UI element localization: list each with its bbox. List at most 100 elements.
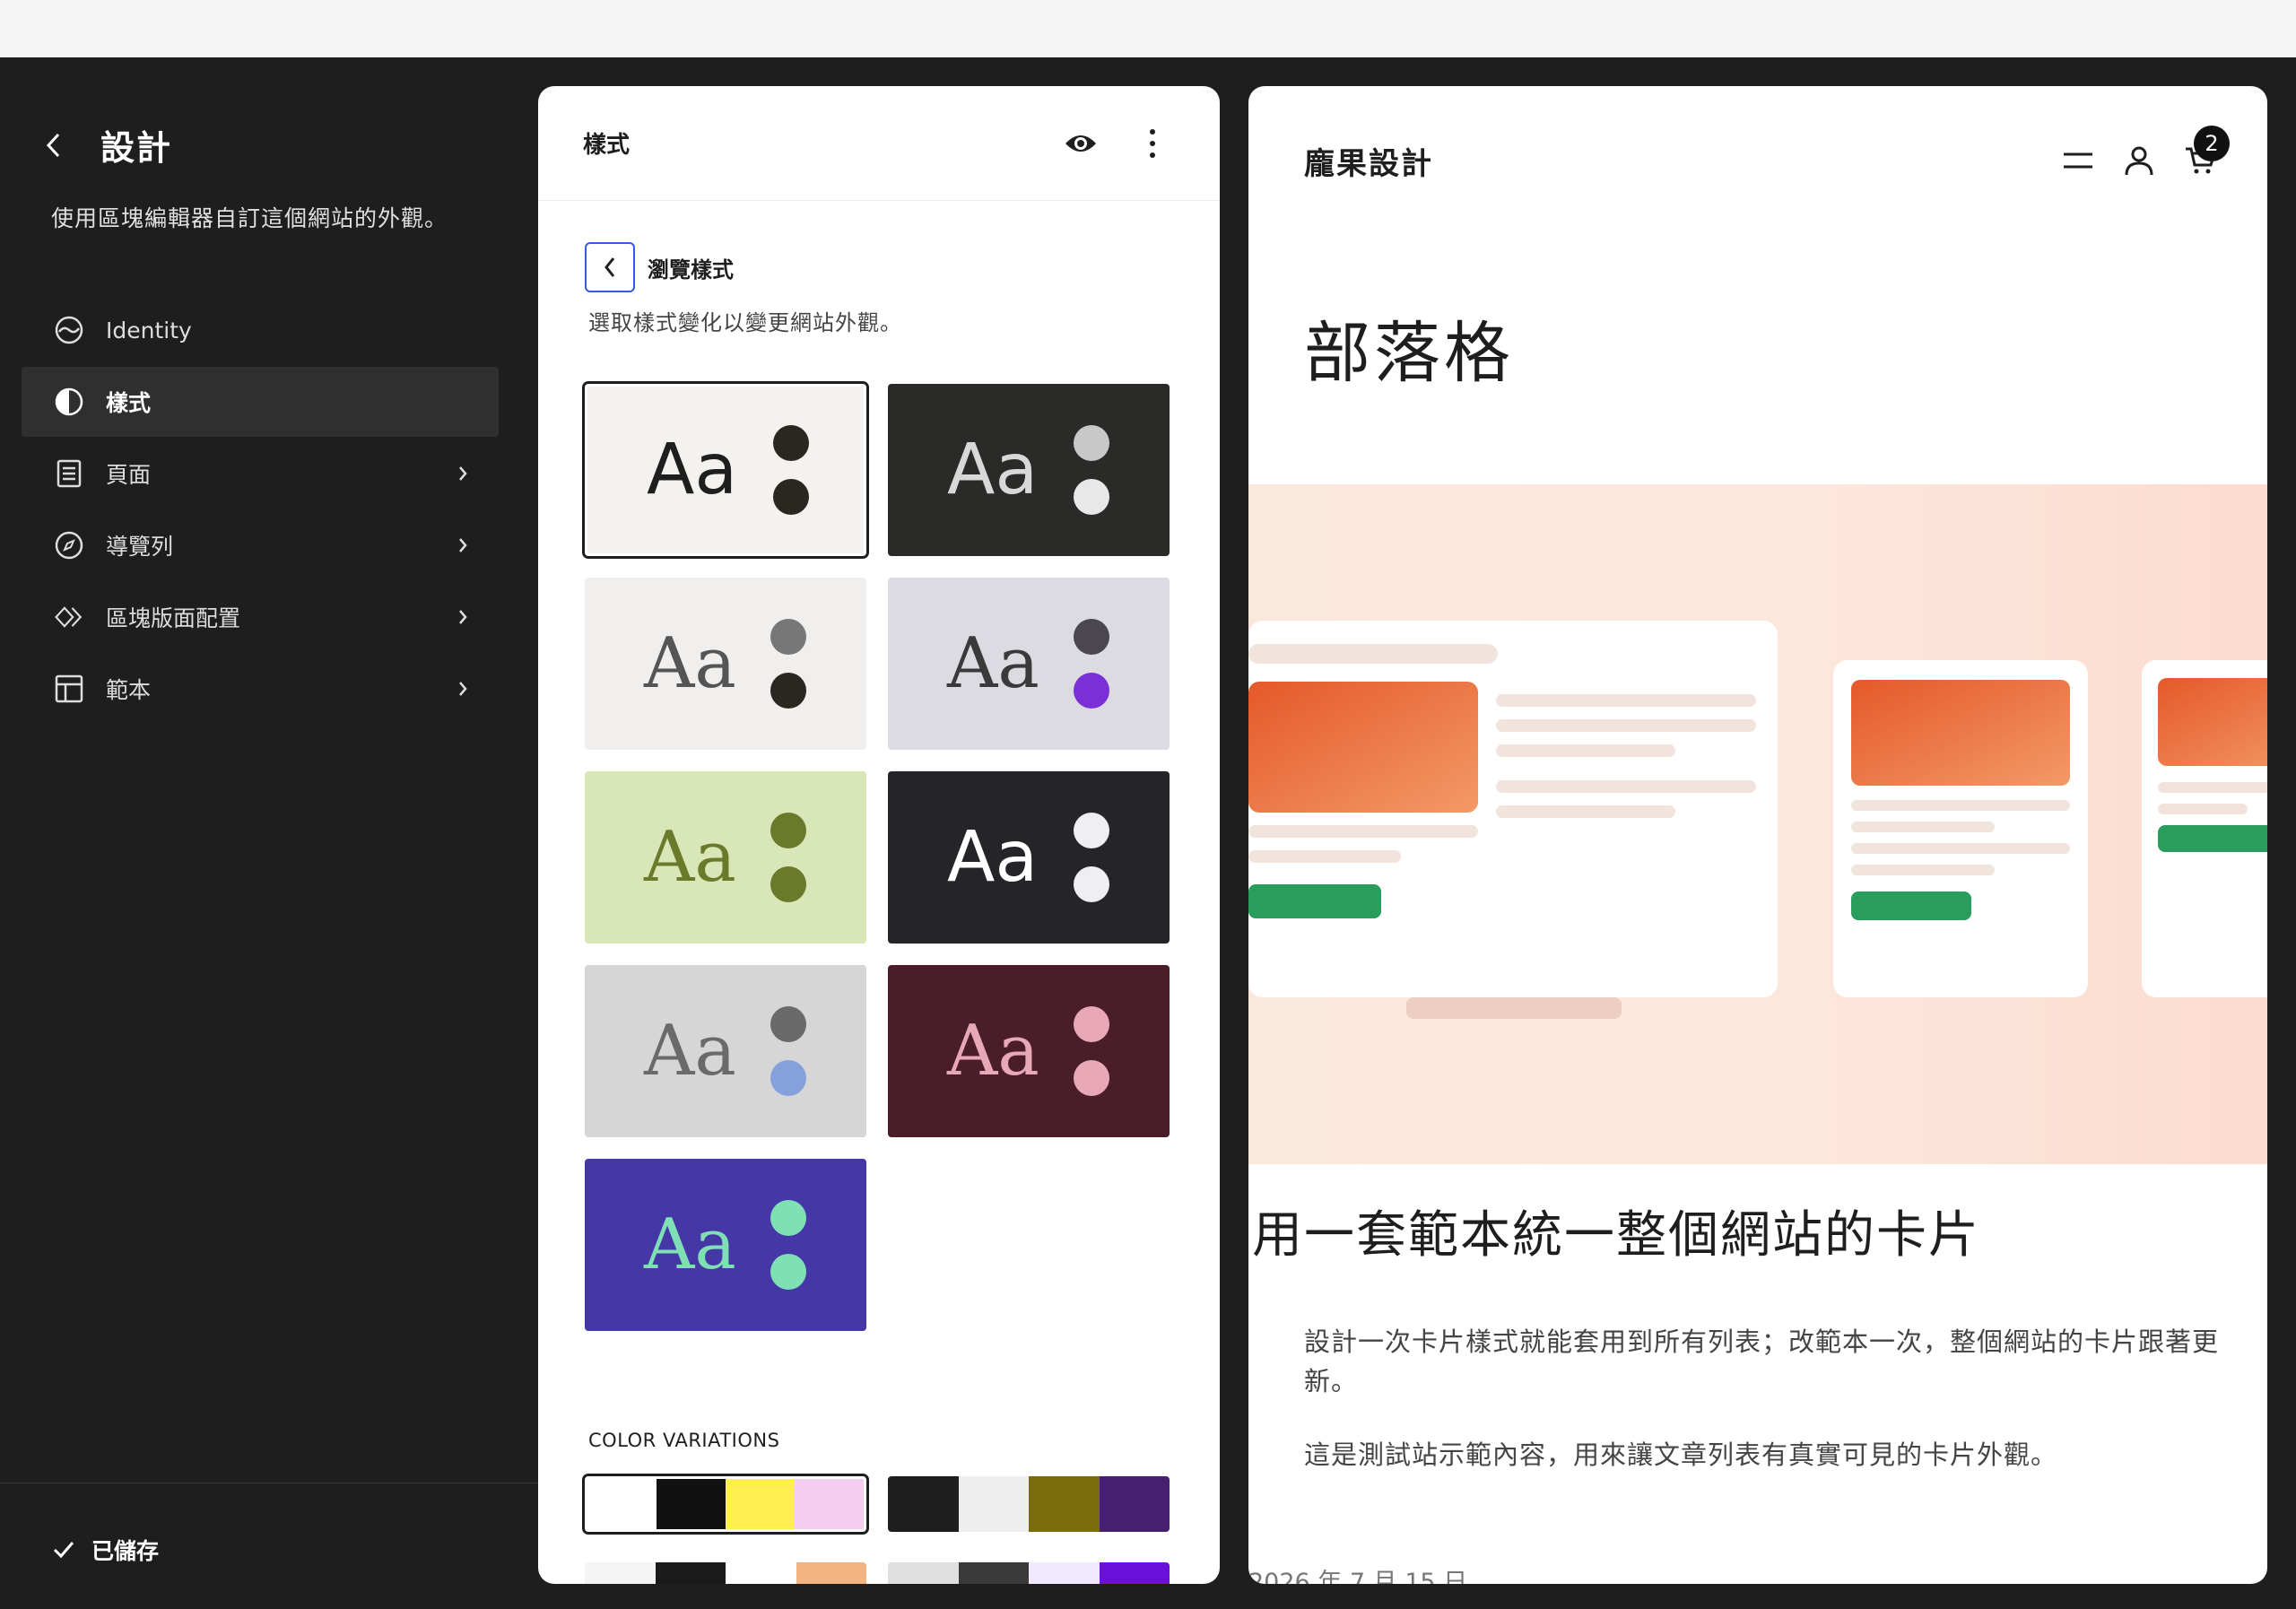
style-variation-tile[interactable]: Aa <box>585 771 866 944</box>
style-variation-colors <box>769 1006 808 1096</box>
color-dot <box>770 619 806 655</box>
sidebar-item-pages[interactable]: 頁面 <box>22 439 499 509</box>
color-dot <box>1074 425 1109 461</box>
page-icon <box>54 458 84 489</box>
style-variation-typography: Aa <box>947 1011 1039 1092</box>
color-swatch <box>958 1476 1029 1532</box>
color-swatch <box>655 1562 726 1584</box>
color-dot <box>1074 673 1109 709</box>
color-dot <box>770 813 806 848</box>
style-variation-tile[interactable]: Aa <box>582 381 869 559</box>
style-variation-typography: Aa <box>947 430 1039 510</box>
sidebar-item-identity[interactable]: Identity <box>22 295 499 365</box>
color-variation[interactable] <box>888 1562 1170 1584</box>
post-paragraph-2: 這是測試站示範內容，用來讓文章列表有真實可見的卡片外觀。 <box>1304 1439 2058 1470</box>
account-button[interactable] <box>2117 138 2161 183</box>
style-variation-typography: Aa <box>644 1205 736 1285</box>
preview-header: 龐果設計 2 <box>1304 126 2230 183</box>
color-dot <box>773 479 809 515</box>
browse-styles-description: 選取樣式變化以變更網站外觀。 <box>588 310 902 335</box>
color-dot <box>1074 813 1109 848</box>
style-variation-tile[interactable]: Aa <box>888 965 1170 1137</box>
style-variation-colors <box>771 425 811 515</box>
color-variation[interactable] <box>888 1476 1170 1532</box>
style-variation-typography: Aa <box>644 1011 736 1092</box>
color-variation[interactable] <box>582 1474 869 1535</box>
style-variation-tile[interactable]: Aa <box>585 578 866 750</box>
sidebar-item-templates[interactable]: 範本 <box>22 654 499 724</box>
saved-status[interactable]: 已儲存 <box>52 1534 159 1566</box>
color-swatch <box>1029 1562 1100 1584</box>
menu-icon <box>2064 152 2092 169</box>
back-button[interactable] <box>36 127 72 163</box>
color-swatch <box>888 1562 959 1584</box>
cart-button[interactable]: 2 <box>2178 126 2230 183</box>
color-dot <box>1074 1006 1109 1042</box>
sidebar-title: 設計 <box>100 128 173 168</box>
site-title[interactable]: 龐果設計 <box>1304 139 2039 183</box>
style-variation-colors <box>769 1200 808 1290</box>
color-swatch <box>726 1479 795 1529</box>
contrast-icon <box>54 387 84 417</box>
color-swatch <box>958 1562 1029 1584</box>
color-dot <box>1074 479 1109 515</box>
chevron-right-icon <box>454 536 472 554</box>
style-variation-colors <box>769 619 808 709</box>
color-dot <box>770 673 806 709</box>
style-variation-colors <box>1072 1006 1111 1096</box>
post-paragraph-1: 設計一次卡片樣式就能套用到所有列表；改範本一次，整個網站的卡片跟著更新。 <box>1304 1326 2220 1396</box>
page-heading: 部落格 <box>1304 315 1514 392</box>
browse-back-button[interactable] <box>585 242 635 292</box>
style-variation-tile[interactable]: Aa <box>585 1159 866 1331</box>
color-dot <box>770 1254 806 1290</box>
color-swatch <box>1099 1562 1170 1584</box>
sidebar-item-navigation[interactable]: 導覽列 <box>22 510 499 580</box>
color-swatch <box>657 1479 726 1529</box>
color-swatch <box>726 1562 796 1584</box>
style-variation-colors <box>1072 425 1111 515</box>
chevron-right-icon <box>454 608 472 626</box>
color-swatch <box>587 1479 657 1529</box>
style-variation-typography: Aa <box>947 817 1039 898</box>
style-variation-tile[interactable]: Aa <box>888 771 1170 944</box>
sidebar-item-label: 頁面 <box>106 462 152 488</box>
post-title[interactable]: 用一套範本統一整個網站的卡片 <box>1252 1195 1980 1267</box>
style-variation-colors <box>1072 813 1111 902</box>
sidebar-item-patterns[interactable]: 區塊版面配置 <box>22 582 499 652</box>
sidebar-item-styles[interactable]: 樣式 <box>22 367 499 437</box>
color-swatch <box>1029 1476 1100 1532</box>
navigation-icon <box>54 530 84 561</box>
style-variation-typography: Aa <box>647 430 738 510</box>
style-variation-typography: Aa <box>644 817 736 898</box>
style-variation-tile[interactable]: Aa <box>888 578 1170 750</box>
chevron-left-icon <box>46 133 60 157</box>
sidebar-footer: 已儲存 <box>0 1483 538 1609</box>
featured-image <box>1248 484 2267 1164</box>
more-options-button[interactable] <box>1130 121 1175 166</box>
style-variation-colors <box>769 813 808 902</box>
style-variation-tile[interactable]: Aa <box>888 384 1170 556</box>
post-date: 2026 年 7 月 15 日 <box>1248 1569 1468 1584</box>
color-dot <box>773 425 809 461</box>
site-editor: 設計 使用區塊編輯器自訂這個網站的外觀。 Identity 樣式 頁面 導覽列 … <box>0 57 2296 1609</box>
style-variation-tile[interactable]: Aa <box>585 965 866 1137</box>
color-swatch <box>888 1476 959 1532</box>
color-dot <box>770 1200 806 1236</box>
style-variation-typography: Aa <box>947 623 1039 704</box>
sidebar-item-label: 區塊版面配置 <box>106 605 241 631</box>
sidebar-header: 設計 <box>36 120 172 170</box>
menu-button[interactable] <box>2056 138 2100 183</box>
style-book-button[interactable] <box>1058 121 1103 166</box>
layout-icon <box>54 674 84 704</box>
browse-styles-header: 瀏覽樣式 <box>585 242 734 292</box>
style-variation-typography: Aa <box>644 623 736 704</box>
site-preview[interactable]: 龐果設計 2 部落格 用一套範本統一整個網站的卡片 設計一次卡片樣式就能套用到所… <box>1248 86 2267 1584</box>
style-variation-colors <box>1072 619 1111 709</box>
color-dot <box>1074 866 1109 902</box>
color-variations-label: COLOR VARIATIONS <box>588 1430 780 1451</box>
styles-panel-header: 樣式 <box>538 86 1220 201</box>
color-swatch <box>796 1562 866 1584</box>
color-variation[interactable] <box>585 1562 866 1584</box>
color-swatch <box>1099 1476 1170 1532</box>
top-bar <box>0 0 2296 57</box>
